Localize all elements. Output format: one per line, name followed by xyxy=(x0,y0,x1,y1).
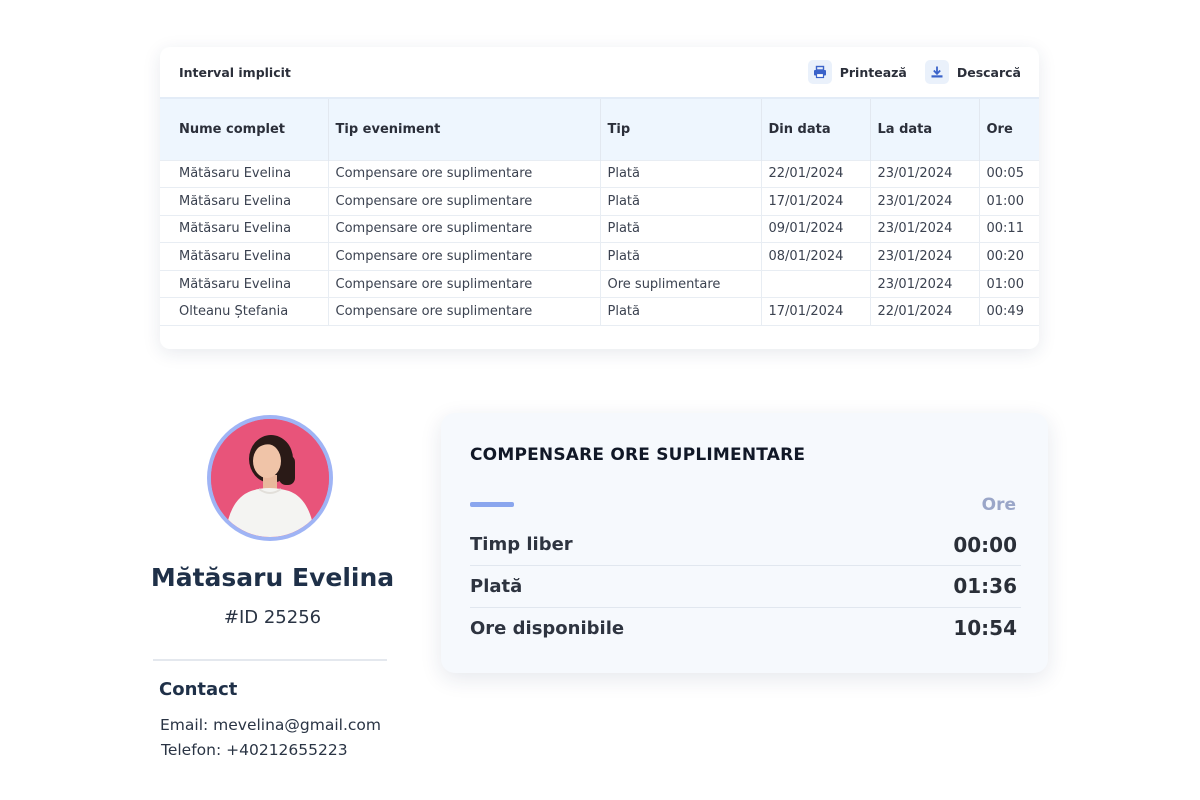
print-label: Printează xyxy=(839,64,907,80)
table-row[interactable]: Mătăsaru Evelina Compensare ore suplimen… xyxy=(160,215,1039,244)
col-header-full-name[interactable]: Nume complet xyxy=(160,99,329,160)
summary-row-label: Plată xyxy=(470,575,523,597)
cell-from-date xyxy=(761,270,871,299)
summary-row-label: Timp liber xyxy=(470,534,573,555)
contact-email[interactable]: Email: mevelina@gmail.com xyxy=(160,716,381,734)
overtime-summary-card: COMPENSARE ORE SUPLIMENTARE Ore Timp lib… xyxy=(441,413,1048,673)
cell-event-type: Compensare ore suplimentare xyxy=(328,270,601,299)
cell-full-name: Mătăsaru Evelina xyxy=(160,270,329,299)
print-button[interactable]: Printează xyxy=(807,60,907,84)
summary-row-payment: Plată 01:36 xyxy=(470,565,1021,606)
summary-row-time-off: Timp liber 00:00 xyxy=(470,524,1021,565)
cell-hours: 00:49 xyxy=(979,297,1039,327)
events-table-card: Interval implicit Printează Descarcă Num… xyxy=(160,47,1039,349)
cell-full-name: Mătăsaru Evelina xyxy=(160,242,329,271)
summary-row-value: 10:54 xyxy=(953,616,1017,640)
download-button[interactable]: Descarcă xyxy=(924,60,1021,84)
cell-to-date: 22/01/2024 xyxy=(870,297,980,327)
avatar xyxy=(207,415,333,541)
summary-accent-bar xyxy=(470,502,514,507)
contact-heading: Contact xyxy=(159,679,238,700)
cell-type: Ore suplimentare xyxy=(600,270,762,299)
col-header-from-date[interactable]: Din data xyxy=(761,99,871,160)
employee-id: #ID 25256 xyxy=(223,607,322,628)
table-row[interactable]: Mătăsaru Evelina Compensare ore suplimen… xyxy=(160,242,1039,271)
table-row[interactable]: Mătăsaru Evelina Compensare ore suplimen… xyxy=(160,270,1039,299)
cell-hours: 00:11 xyxy=(979,215,1039,244)
cell-from-date: 22/01/2024 xyxy=(761,159,871,189)
cell-hours: 01:00 xyxy=(979,187,1039,216)
summary-row-available-hours: Ore disponibile 10:54 xyxy=(470,607,1021,648)
col-header-type[interactable]: Tip xyxy=(600,99,762,160)
contact-phone[interactable]: Telefon: +40212655223 xyxy=(161,741,348,759)
cell-from-date: 17/01/2024 xyxy=(761,187,871,216)
col-header-to-date[interactable]: La data xyxy=(870,99,980,160)
profile-divider xyxy=(153,659,387,661)
cell-type: Plată xyxy=(600,242,762,271)
cell-hours: 00:20 xyxy=(979,242,1039,271)
cell-event-type: Compensare ore suplimentare xyxy=(328,187,601,216)
cell-event-type: Compensare ore suplimentare xyxy=(328,242,601,271)
toolbar-actions: Printează Descarcă xyxy=(807,60,1021,84)
download-label: Descarcă xyxy=(956,64,1021,80)
summary-row-label: Ore disponibile xyxy=(470,617,625,639)
table-row[interactable]: Mătăsaru Evelina Compensare ore suplimen… xyxy=(160,159,1039,189)
table-header-row: Nume complet Tip eveniment Tip Din data … xyxy=(160,99,1039,160)
cell-full-name: Mătăsaru Evelina xyxy=(160,215,329,244)
col-header-event-type[interactable]: Tip eveniment xyxy=(328,99,601,160)
cell-type: Plată xyxy=(600,215,762,244)
cell-event-type: Compensare ore suplimentare xyxy=(328,159,601,189)
cell-to-date: 23/01/2024 xyxy=(870,215,980,244)
summary-column-header: Ore xyxy=(981,495,1016,515)
download-icon xyxy=(924,60,949,84)
summary-row-value: 00:00 xyxy=(953,532,1017,557)
cell-full-name: Mătăsaru Evelina xyxy=(160,187,329,216)
cell-from-date: 17/01/2024 xyxy=(761,297,871,327)
cell-to-date: 23/01/2024 xyxy=(870,270,980,299)
cell-from-date: 08/01/2024 xyxy=(761,242,871,271)
avatar-photo xyxy=(211,419,329,537)
summary-row-value: 01:36 xyxy=(953,574,1017,598)
printer-icon xyxy=(807,60,832,84)
cell-to-date: 23/01/2024 xyxy=(870,187,980,216)
cell-event-type: Compensare ore suplimentare xyxy=(328,297,601,327)
interval-title: Interval implicit xyxy=(179,64,291,80)
summary-title: COMPENSARE ORE SUPLIMENTARE xyxy=(470,445,806,465)
cell-from-date: 09/01/2024 xyxy=(761,215,871,244)
cell-type: Plată xyxy=(600,187,762,216)
col-header-hours[interactable]: Ore xyxy=(979,99,1039,160)
cell-hours: 01:00 xyxy=(979,270,1039,299)
card-toolbar: Interval implicit Printează Descarcă xyxy=(160,47,1039,99)
employee-name: Mătăsaru Evelina xyxy=(150,563,395,592)
table-row[interactable]: Olteanu Ștefania Compensare ore suplimen… xyxy=(160,297,1039,327)
table-row[interactable]: Mătăsaru Evelina Compensare ore suplimen… xyxy=(160,187,1039,216)
events-table: Nume complet Tip eveniment Tip Din data … xyxy=(160,99,1039,327)
cell-hours: 00:05 xyxy=(979,159,1039,189)
cell-type: Plată xyxy=(600,159,762,189)
cell-full-name: Mătăsaru Evelina xyxy=(160,159,329,189)
cell-type: Plată xyxy=(600,297,762,327)
cell-to-date: 23/01/2024 xyxy=(870,242,980,271)
cell-to-date: 23/01/2024 xyxy=(870,159,980,189)
cell-event-type: Compensare ore suplimentare xyxy=(328,215,601,244)
cell-full-name: Olteanu Ștefania xyxy=(160,297,329,327)
